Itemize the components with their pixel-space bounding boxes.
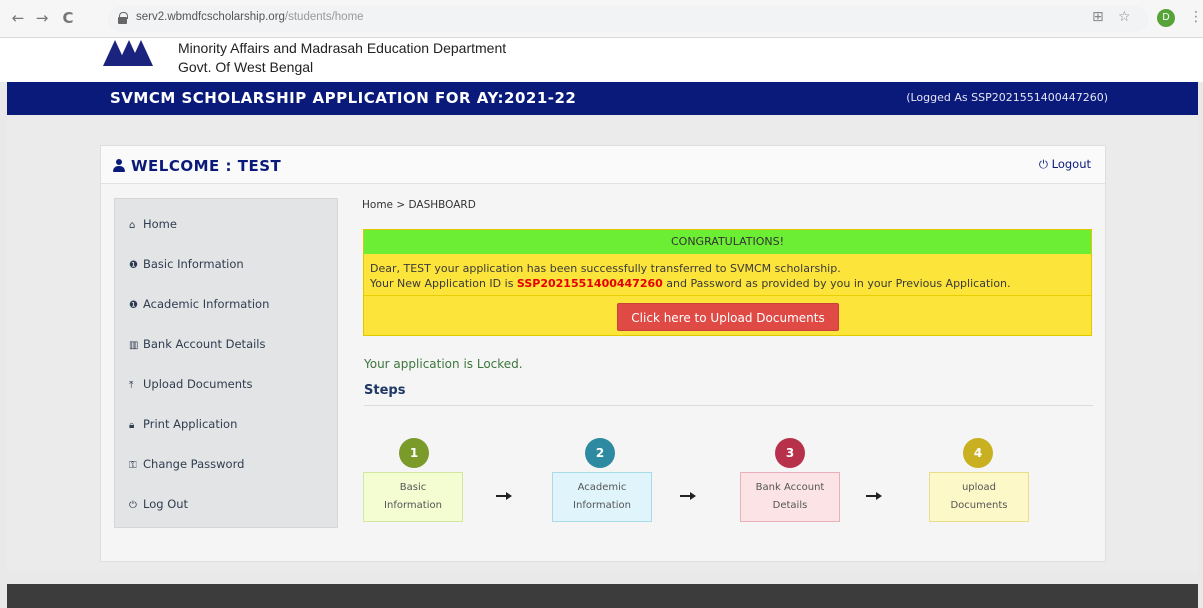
user-icon [113,159,125,172]
sidebar-item-academic-information[interactable]: ❶ Academic Information [129,297,269,311]
power-icon: ⏻ [1038,157,1048,171]
sidebar-item-home[interactable]: ⌂ Home [129,217,177,231]
step-4-badge: 4 [963,438,993,468]
sidebar-item-label: Bank Account Details [143,337,266,351]
lock-icon: 🔒︎ [129,420,135,431]
locked-status: Your application is Locked. [364,357,523,371]
home-icon: ⌂ [129,220,136,231]
sidebar-item-log-out[interactable]: ⏻ Log Out [129,497,188,511]
step-3-line2: Details [772,500,808,511]
welcome-heading: WELCOME : TEST [113,157,281,175]
sidebar-nav: ⌂ Home ❶ Basic Information ❶ Academic Infor… [114,198,338,528]
steps-heading: Steps [364,383,406,398]
id-suffix: and Password as provided by you in your … [662,277,1011,290]
department-name: Minority Affairs and Madrasah Education … [178,39,506,77]
step-3-box: Bank Account Details [740,472,840,522]
sidebar-item-bank-account-details[interactable]: ▥ Bank Account Details [129,337,266,351]
url-text: serv2.wbmdfcscholarship.org/students/hom… [136,11,364,23]
info-icon: ❶ [129,300,138,311]
site-header: Minority Affairs and Madrasah Education … [0,38,1203,82]
url-host: serv2.wbmdfcscholarship.org [136,11,285,23]
step-2-line2: Information [573,500,631,511]
alert-message: Dear, TEST your application has been suc… [370,262,841,275]
id-prefix: Your New Application ID is [370,277,517,290]
menu-icon[interactable]: ⋮ [1189,9,1203,25]
sidebar-item-label: Basic Information [143,257,244,271]
sidebar-item-label: Upload Documents [143,377,253,391]
department-line2: Govt. Of West Bengal [178,59,314,75]
upload-icon: ⤒ [129,380,134,391]
step-3-line1: Bank Account [755,482,825,493]
page-footer [7,584,1198,608]
step-2-box: Academic Information [552,472,652,522]
sidebar-item-label: Home [143,217,177,231]
sidebar-item-print-application[interactable]: 🔒︎ Print Application [129,417,237,431]
sidebar-item-label: Change Password [143,457,245,471]
banner-title: SVMCM SCHOLARSHIP APPLICATION FOR AY:202… [110,89,577,107]
breadcrumb: Home > DASHBOARD [362,199,476,211]
step-2-badge: 2 [585,438,615,468]
congratulations-alert: CONGRATULATIONS! Dear, TEST your applica… [363,229,1092,336]
sidebar-item-label: Academic Information [143,297,270,311]
step-1-badge: 1 [399,438,429,468]
url-path: /students/home [284,11,364,23]
star-icon[interactable]: ☆ [1118,9,1131,25]
department-line1: Minority Affairs and Madrasah Education … [178,40,507,56]
application-id: SSP2021551400447260 [516,277,663,290]
alert-heading: CONGRATULATIONS! [364,230,1091,254]
sidebar-item-upload-documents[interactable]: ⤒ Upload Documents [129,377,253,391]
step-4-box: upload Documents [929,472,1029,522]
step-1-line2: Information [384,500,442,511]
reload-icon[interactable]: C [58,8,78,28]
steps-divider [364,405,1093,406]
sidebar-item-label: Print Application [143,417,238,431]
bank-icon: ▥ [129,340,139,351]
forward-icon[interactable]: → [32,8,52,28]
arrow-icon [680,490,696,502]
lock-icon [118,12,128,24]
sidebar-item-basic-information[interactable]: ❶ Basic Information [129,257,244,271]
sidebar-item-label: Log Out [143,497,189,511]
alert-divider [364,295,1091,296]
info-icon: ❶ [129,260,138,271]
step-3-badge: 3 [775,438,805,468]
profile-avatar[interactable]: D [1157,9,1175,27]
arrow-icon [496,490,512,502]
sidebar-item-change-password[interactable]: ⚿ Change Password [129,457,244,471]
key-icon: ⚿ [129,460,137,471]
browser-toolbar: ← → C serv2.wbmdfcscholarship.org/studen… [0,0,1203,38]
arrow-icon [866,490,882,502]
upload-documents-button[interactable]: Click here to Upload Documents [617,303,839,331]
address-bar[interactable]: serv2.wbmdfcscholarship.org/students/hom… [108,6,1148,32]
logout-link[interactable]: ⏻ Logout [1039,157,1091,172]
step-4-line2: Documents [950,500,1008,511]
welcome-text: WELCOME : TEST [131,157,282,175]
step-2-line1: Academic [577,482,627,493]
power-icon: ⏻ [129,500,137,511]
back-icon[interactable]: ← [8,8,28,28]
panel-header: WELCOME : TEST ⏻ Logout [101,146,1105,184]
step-1-line1: Basic [399,482,427,493]
logged-as-text: (Logged As SSP2021551400447260) [906,91,1108,104]
department-logo [103,40,153,66]
translate-icon[interactable]: ⊞ [1092,9,1104,25]
application-banner: SVMCM SCHOLARSHIP APPLICATION FOR AY:202… [7,82,1198,115]
step-1-box: Basic Information [363,472,463,522]
step-4-line1: upload [961,482,997,493]
application-id-message: Your New Application ID is SSP2021551400… [370,277,1011,290]
logout-label: Logout [1051,157,1091,171]
